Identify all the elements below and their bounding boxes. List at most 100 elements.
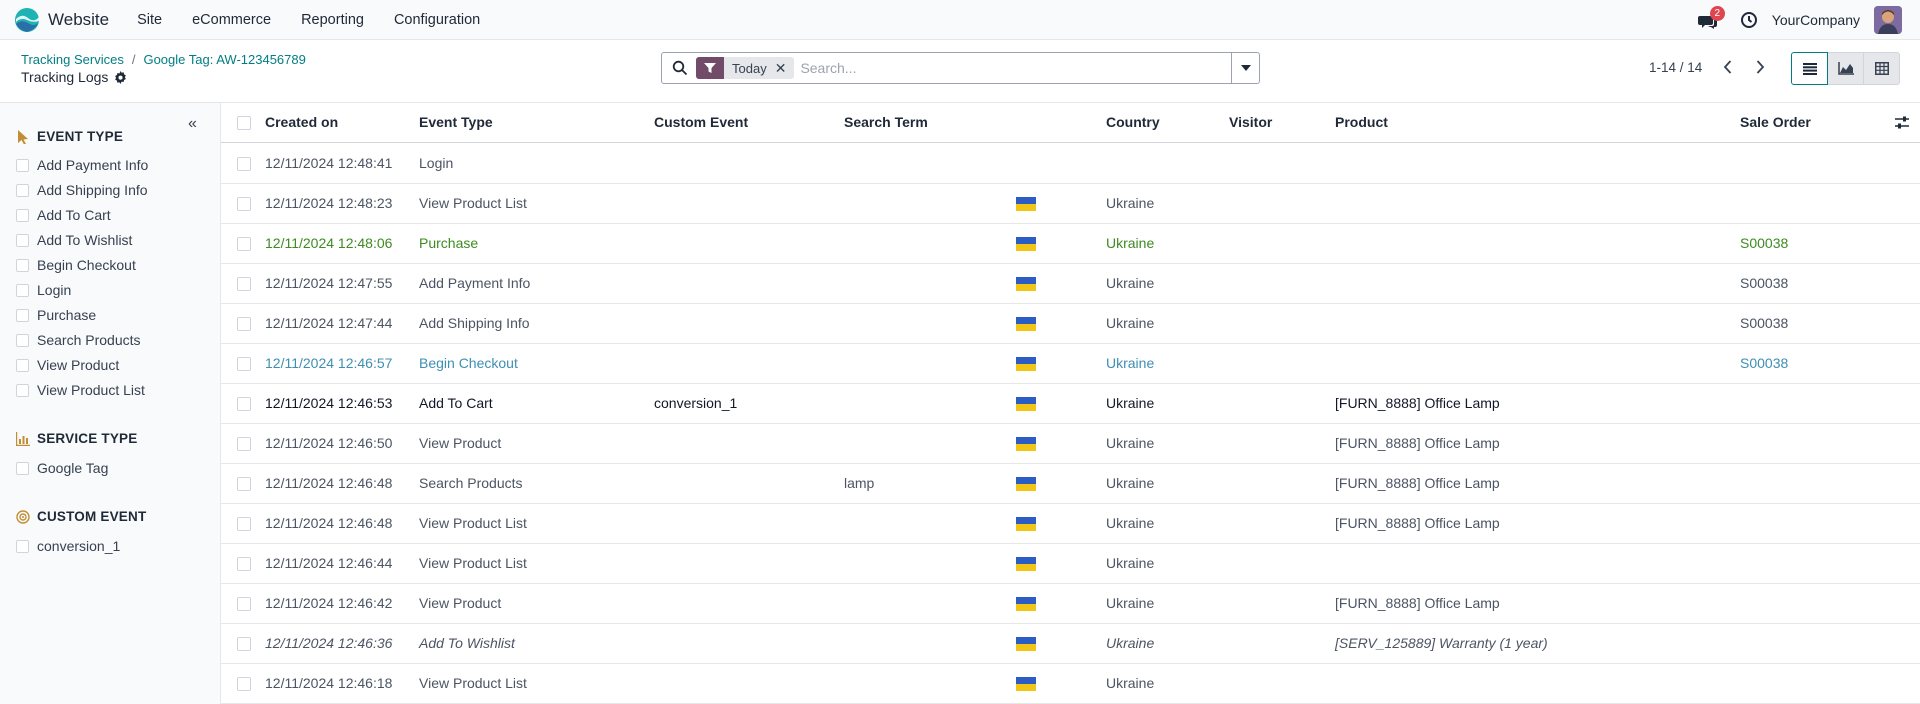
column-country[interactable]: Country [1106, 114, 1160, 130]
table-row[interactable]: 12/11/2024 12:48:41 Login [221, 144, 1920, 184]
filter-checkbox[interactable] [16, 208, 29, 222]
list-view-button[interactable] [1791, 52, 1828, 85]
column-custom-event[interactable]: Custom Event [654, 114, 748, 130]
filter-option[interactable]: View Product [16, 357, 119, 373]
breadcrumb-tracking-services[interactable]: Tracking Services [21, 52, 124, 67]
filter-label: View Product [37, 357, 120, 373]
row-checkbox[interactable] [237, 357, 251, 371]
pager-value[interactable]: 1-14 / 14 [1649, 60, 1702, 75]
activity-menu[interactable] [1740, 10, 1760, 30]
filter-option[interactable]: Add Shipping Info [16, 182, 148, 198]
row-checkbox[interactable] [237, 597, 251, 611]
messaging-menu[interactable]: 2 [1697, 6, 1725, 32]
search-facet-today[interactable]: Today ✕ [696, 57, 795, 79]
filter-option[interactable]: Google Tag [16, 460, 108, 476]
filter-checkbox[interactable] [16, 358, 29, 372]
menu-reporting[interactable]: Reporting [295, 8, 370, 32]
filter-option[interactable]: Login [16, 282, 71, 298]
column-sale-order[interactable]: Sale Order [1740, 114, 1811, 130]
filter-checkbox[interactable] [16, 308, 29, 322]
table-row[interactable]: 12/11/2024 12:47:55 Add Payment Info Ukrai… [221, 264, 1920, 304]
table-row[interactable]: 12/11/2024 12:46:42 View Product Ukraine [F… [221, 584, 1920, 624]
filter-checkbox[interactable] [16, 539, 29, 553]
filter-option[interactable]: conversion_1 [16, 538, 120, 554]
row-checkbox[interactable] [237, 237, 251, 251]
table-row[interactable]: 12/11/2024 12:46:48 Search Products lamp Uk… [221, 464, 1920, 504]
table-row[interactable]: 12/11/2024 12:46:18 View Product List Ukra… [221, 664, 1920, 704]
row-checkbox[interactable] [237, 517, 251, 531]
filter-option[interactable]: Search Products [16, 332, 141, 348]
filter-option[interactable]: Add To Cart [16, 207, 111, 223]
row-checkbox[interactable] [237, 197, 251, 211]
cell-event-type: Add Shipping Info [419, 315, 530, 331]
table-row[interactable]: 12/11/2024 12:46:53 Add To Cart conversion… [221, 384, 1920, 424]
filter-option[interactable]: Add Payment Info [16, 157, 148, 173]
filter-checkbox[interactable] [16, 258, 29, 272]
menu-ecommerce[interactable]: eCommerce [186, 8, 277, 32]
filter-checkbox[interactable] [16, 383, 29, 397]
table-row[interactable]: 12/11/2024 12:46:48 View Product List Ukra… [221, 504, 1920, 544]
row-checkbox[interactable] [237, 477, 251, 491]
table-row[interactable]: 12/11/2024 12:47:44 Add Shipping Info Ukra… [221, 304, 1920, 344]
filter-option[interactable]: Add To Wishlist [16, 232, 132, 248]
cell-created-on: 12/11/2024 12:47:55 [265, 275, 393, 291]
ukraine-flag-icon [1016, 677, 1036, 691]
filter-option[interactable]: View Product List [16, 382, 145, 398]
caret-down-icon [1240, 65, 1251, 71]
menu-site[interactable]: Site [131, 8, 168, 32]
filter-label: Add Payment Info [37, 157, 149, 173]
cell-sale-order: S00038 [1740, 355, 1789, 371]
search-input[interactable] [800, 60, 1221, 76]
cell-created-on: 12/11/2024 12:48:41 [265, 155, 393, 171]
filter-checkbox[interactable] [16, 183, 29, 197]
filter-option[interactable]: Begin Checkout [16, 257, 136, 273]
row-checkbox[interactable] [237, 277, 251, 291]
graph-view-button[interactable] [1827, 52, 1864, 85]
row-checkbox[interactable] [237, 637, 251, 651]
cell-product: [FURN_8888] Office Lamp [1335, 395, 1500, 411]
filter-checkbox[interactable] [16, 283, 29, 297]
filter-checkbox[interactable] [16, 333, 29, 347]
table-row[interactable]: 12/11/2024 12:46:57 Begin Checkout Ukraine… [221, 344, 1920, 384]
filter-option[interactable]: Purchase [16, 307, 96, 323]
table-row[interactable]: 12/11/2024 12:48:23 View Product List Ukra… [221, 184, 1920, 224]
table-row[interactable]: 12/11/2024 12:46:50 View Product Ukraine [F… [221, 424, 1920, 464]
select-all-checkbox[interactable] [237, 116, 251, 130]
column-product[interactable]: Product [1335, 114, 1388, 130]
menu-configuration[interactable]: Configuration [388, 8, 486, 32]
cell-event-type: Purchase [419, 235, 479, 251]
optional-columns-icon[interactable] [1894, 115, 1910, 131]
collapse-panel-icon[interactable]: « [188, 115, 197, 133]
column-created-on[interactable]: Created on [265, 114, 338, 130]
table-row[interactable]: 12/11/2024 12:46:44 View Product List Ukra… [221, 544, 1920, 584]
row-checkbox[interactable] [237, 557, 251, 571]
column-event-type[interactable]: Event Type [419, 114, 493, 130]
filter-checkbox[interactable] [16, 461, 29, 475]
gear-icon[interactable] [114, 70, 127, 84]
table-row[interactable]: 12/11/2024 12:46:36 Add To Wishlist Ukrain… [221, 624, 1920, 664]
user-photo [1874, 6, 1902, 34]
cell-country: Ukraine [1106, 595, 1155, 611]
filter-checkbox[interactable] [16, 158, 29, 172]
main-menu: Site eCommerce Reporting Configuration [123, 8, 496, 32]
row-checkbox[interactable] [237, 157, 251, 171]
user-avatar[interactable] [1874, 6, 1902, 34]
row-checkbox[interactable] [237, 437, 251, 451]
pager-next-button[interactable] [1749, 56, 1771, 78]
table-row[interactable]: 12/11/2024 12:48:06 Purchase Ukraine S00038 [221, 224, 1920, 264]
row-checkbox[interactable] [237, 677, 251, 691]
app-brand[interactable]: Website [14, 7, 109, 33]
company-switcher[interactable]: YourCompany [1772, 12, 1860, 28]
pager-previous-button[interactable] [1716, 56, 1738, 78]
row-checkbox[interactable] [237, 317, 251, 331]
column-visitor[interactable]: Visitor [1229, 114, 1272, 130]
row-checkbox[interactable] [237, 397, 251, 411]
column-search-term[interactable]: Search Term [844, 114, 928, 130]
filter-checkbox[interactable] [16, 233, 29, 247]
cell-created-on: 12/11/2024 12:46:44 [265, 555, 393, 571]
breadcrumb-google-tag[interactable]: Google Tag: AW-123456789 [143, 52, 305, 67]
facet-remove-icon[interactable]: ✕ [775, 60, 795, 77]
pivot-view-button[interactable] [1863, 52, 1900, 85]
search-options-toggle[interactable] [1231, 53, 1259, 83]
bar-chart-icon [16, 431, 30, 446]
